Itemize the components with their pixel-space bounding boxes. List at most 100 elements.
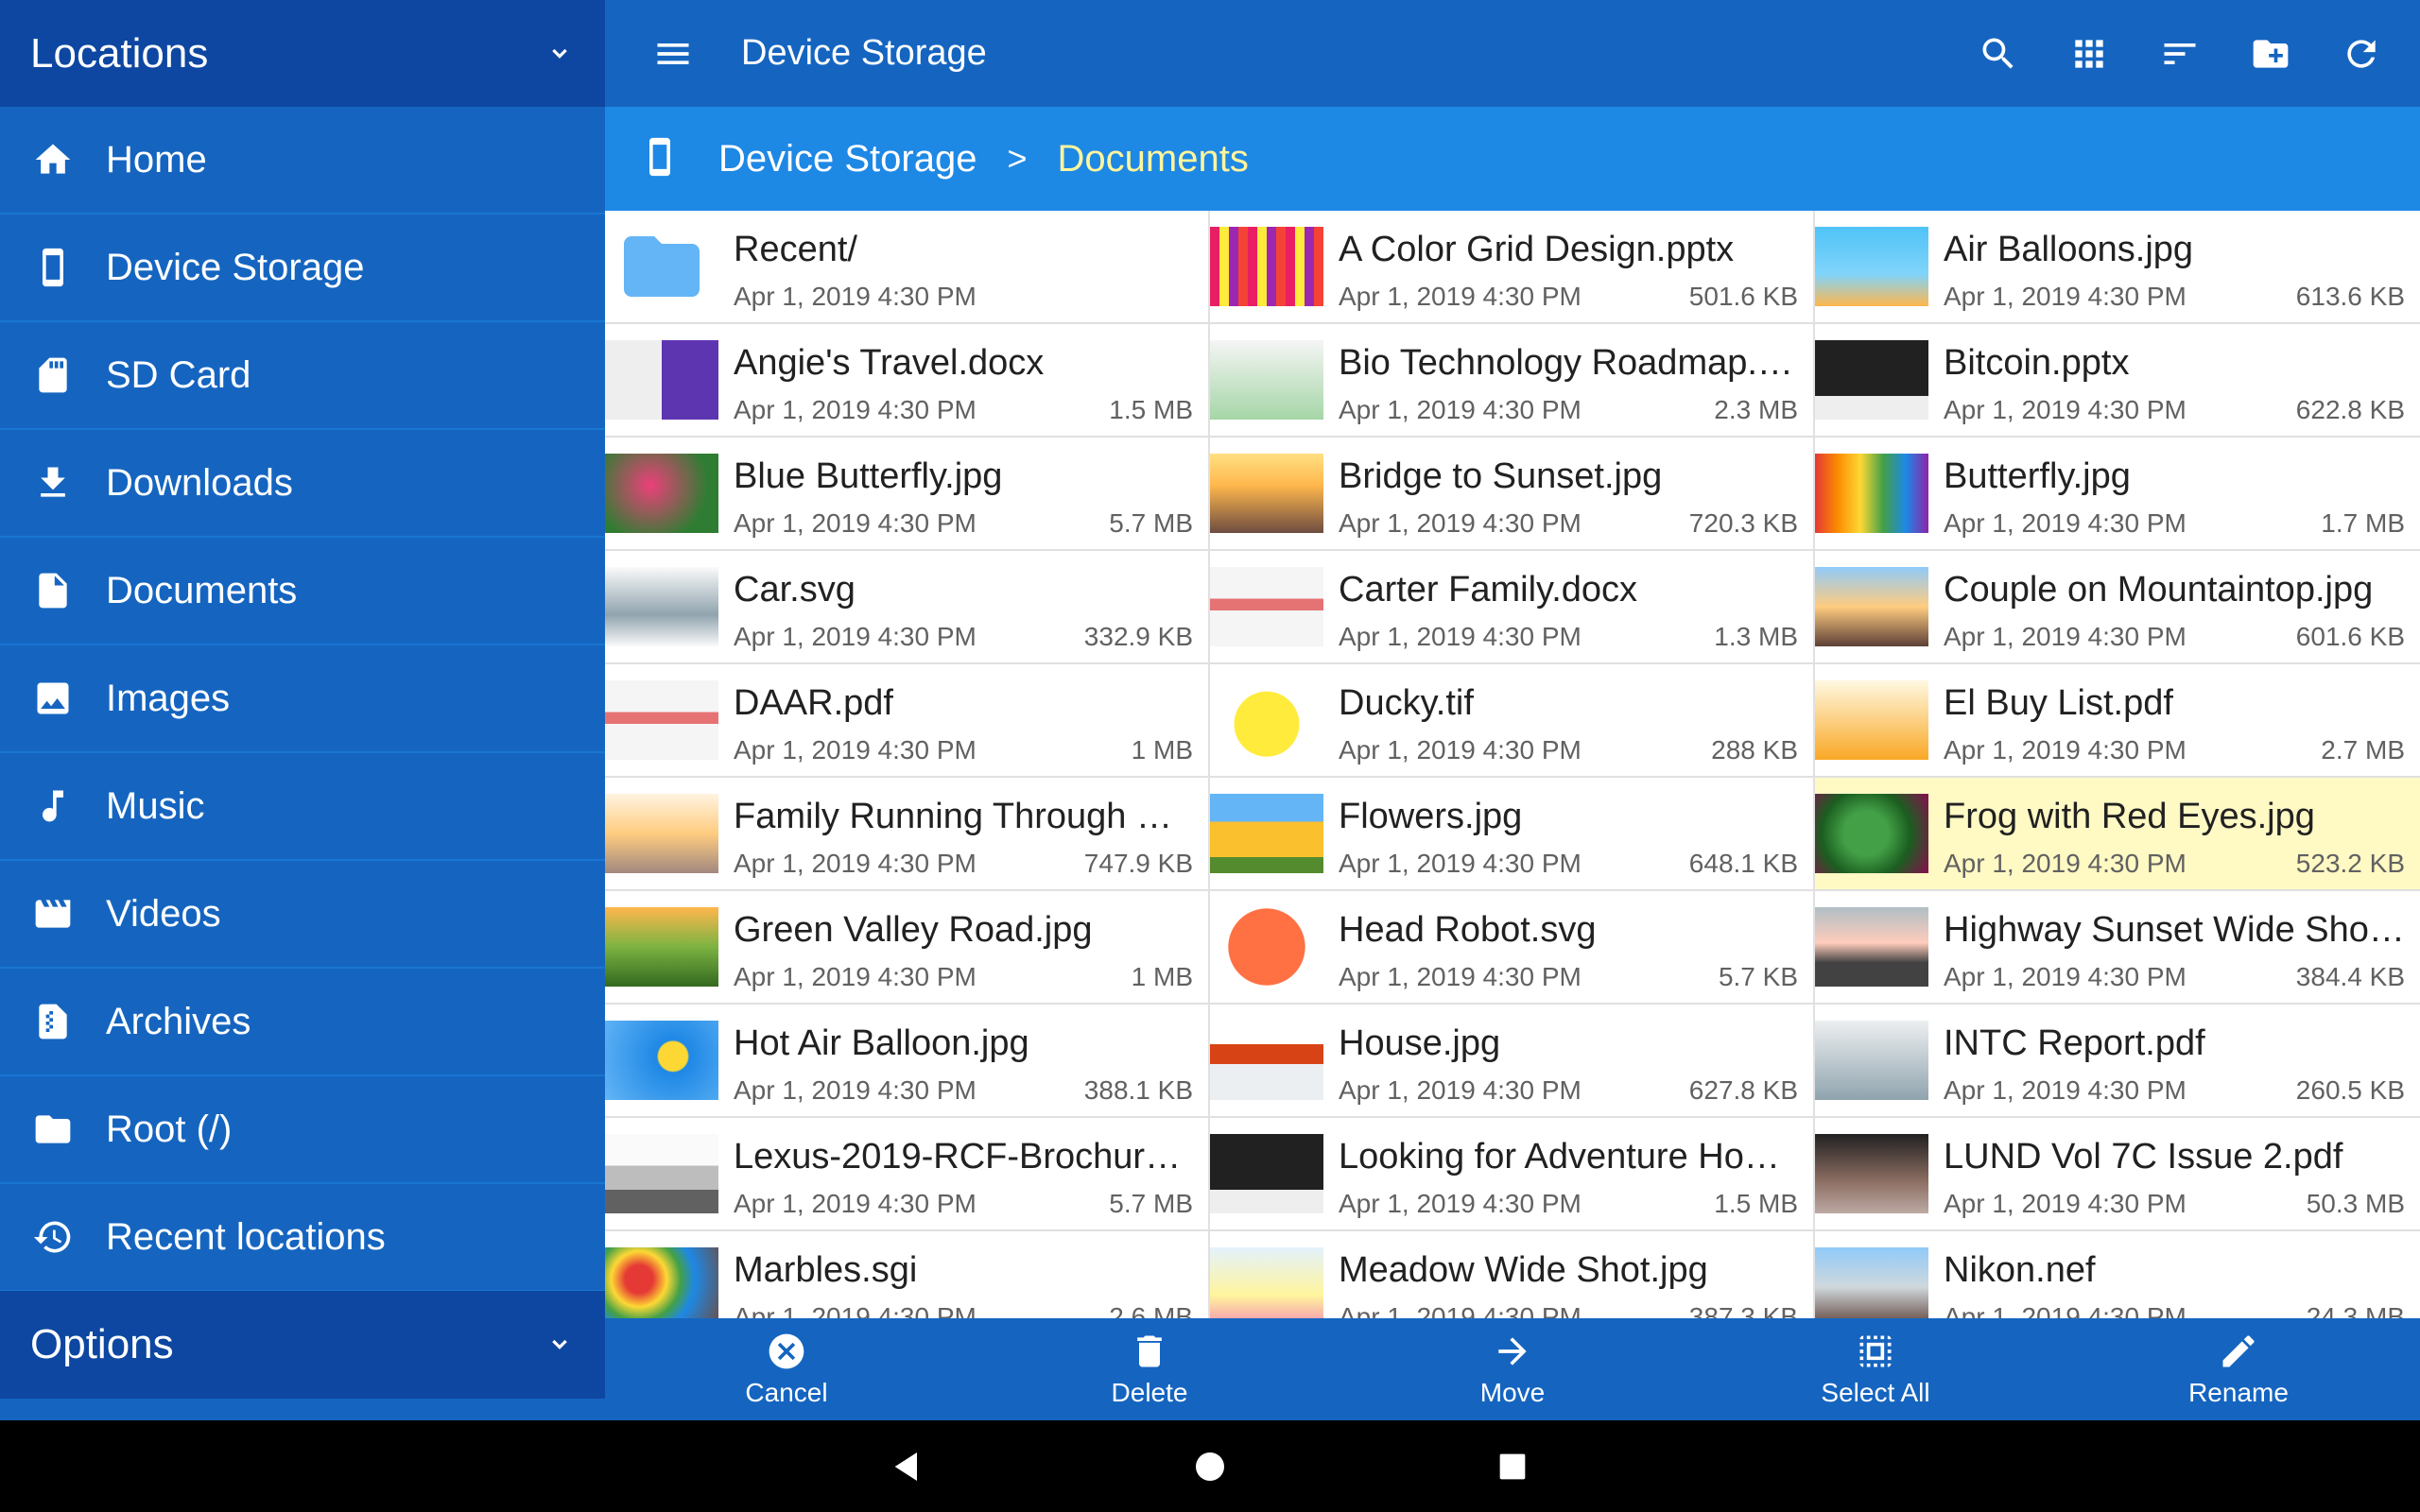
- recents-square-icon: [1494, 1448, 1531, 1486]
- menu-button[interactable]: [620, 0, 726, 107]
- file-item[interactable]: El Buy List.pdfApr 1, 2019 4:30 PM2.7 MB: [1815, 664, 2420, 776]
- options-header[interactable]: Options: [0, 1291, 605, 1399]
- thumbnail-image: [1210, 907, 1323, 987]
- sidebar-item-videos[interactable]: Videos: [0, 861, 605, 969]
- file-item[interactable]: Meadow Wide Shot.jpgApr 1, 2019 4:30 PM3…: [1210, 1231, 1815, 1318]
- locations-header[interactable]: Locations: [0, 0, 605, 107]
- thumbnail-image: [1815, 567, 1928, 646]
- new-folder-button[interactable]: [2225, 0, 2316, 107]
- file-item[interactable]: Recent/Apr 1, 2019 4:30 PM: [605, 211, 1210, 322]
- file-item[interactable]: Blue Butterfly.jpgApr 1, 2019 4:30 PM5.7…: [605, 438, 1210, 549]
- file-item[interactable]: INTC Report.pdfApr 1, 2019 4:30 PM260.5 …: [1815, 1005, 2420, 1116]
- thumbnail-image: [605, 907, 718, 987]
- file-date: Apr 1, 2019 4:30 PM: [1944, 735, 2187, 765]
- thumbnail-image: [1210, 1134, 1323, 1213]
- video-icon: [30, 891, 76, 936]
- home-button[interactable]: [1059, 1420, 1361, 1512]
- file-meta: Apr 1, 2019 4:30 PM1.5 MB: [734, 395, 1193, 425]
- file-item[interactable]: Bitcoin.pptxApr 1, 2019 4:30 PM622.8 KB: [1815, 324, 2420, 436]
- sort-button[interactable]: [2135, 0, 2225, 107]
- file-item[interactable]: LUND Vol 7C Issue 2.pdfApr 1, 2019 4:30 …: [1815, 1118, 2420, 1229]
- sidebar-item-music[interactable]: Music: [0, 753, 605, 861]
- file-date: Apr 1, 2019 4:30 PM: [1944, 622, 2187, 652]
- breadcrumb-item-device-storage[interactable]: Device Storage: [718, 138, 977, 180]
- file-date: Apr 1, 2019 4:30 PM: [1944, 282, 2187, 312]
- search-button[interactable]: [1953, 0, 2044, 107]
- sidebar-item-archives[interactable]: Archives: [0, 969, 605, 1076]
- file-item[interactable]: Nikon.nefApr 1, 2019 4:30 PM24.3 MB: [1815, 1231, 2420, 1318]
- grid-view-button[interactable]: [2044, 0, 2135, 107]
- file-meta: Apr 1, 2019 4:30 PM5.7 MB: [734, 1189, 1193, 1219]
- delete-button[interactable]: Delete: [968, 1318, 1331, 1420]
- file-item[interactable]: Car.svgApr 1, 2019 4:30 PM332.9 KB: [605, 551, 1210, 662]
- move-button[interactable]: Move: [1331, 1318, 1694, 1420]
- file-thumbnail: [1210, 1005, 1323, 1116]
- thumbnail-image: [1210, 567, 1323, 646]
- file-item[interactable]: Bio Technology Roadmap.pdfApr 1, 2019 4:…: [1210, 324, 1815, 436]
- file-grid: Recent/Apr 1, 2019 4:30 PMA Color Grid D…: [605, 211, 2420, 1318]
- sidebar-item-sd-card[interactable]: SD Card: [0, 322, 605, 430]
- breadcrumb-item-documents[interactable]: Documents: [1058, 138, 1249, 180]
- file-name: Angie's Travel.docx: [734, 343, 1193, 384]
- file-name: LUND Vol 7C Issue 2.pdf: [1944, 1137, 2405, 1177]
- file-item[interactable]: Air Balloons.jpgApr 1, 2019 4:30 PM613.6…: [1815, 211, 2420, 322]
- rename-button[interactable]: Rename: [2057, 1318, 2420, 1420]
- file-item[interactable]: Green Valley Road.jpgApr 1, 2019 4:30 PM…: [605, 891, 1210, 1003]
- file-info: Flowers.jpgApr 1, 2019 4:30 PM648.1 KB: [1323, 778, 1813, 889]
- file-item[interactable]: A Color Grid Design.pptxApr 1, 2019 4:30…: [1210, 211, 1815, 322]
- recents-button[interactable]: [1361, 1420, 1664, 1512]
- file-item[interactable]: Family Running Through Fiel…Apr 1, 2019 …: [605, 778, 1210, 889]
- file-item[interactable]: Frog with Red Eyes.jpgApr 1, 2019 4:30 P…: [1815, 778, 2420, 889]
- cancel-button[interactable]: Cancel: [605, 1318, 968, 1420]
- file-item[interactable]: Bridge to Sunset.jpgApr 1, 2019 4:30 PM7…: [1210, 438, 1815, 549]
- file-row: Angie's Travel.docx Apr 1, 2019 4:30 PM1.…: [605, 324, 2420, 438]
- file-info: Blue Butterfly.jpgApr 1, 2019 4:30 PM5.7…: [718, 438, 1208, 549]
- file-thumbnail: [1210, 438, 1323, 549]
- file-item[interactable]: Ducky.tifApr 1, 2019 4:30 PM288 KB: [1210, 664, 1815, 776]
- file-item[interactable]: Flowers.jpgApr 1, 2019 4:30 PM648.1 KB: [1210, 778, 1815, 889]
- file-item[interactable]: Looking for Adventure How T…Apr 1, 2019 …: [1210, 1118, 1815, 1229]
- file-meta: Apr 1, 2019 4:30 PM5.7 KB: [1339, 962, 1798, 992]
- file-item[interactable]: DAAR.pdfApr 1, 2019 4:30 PM1 MB: [605, 664, 1210, 776]
- file-item[interactable]: Butterfly.jpgApr 1, 2019 4:30 PM1.7 MB: [1815, 438, 2420, 549]
- file-item[interactable]: Hot Air Balloon.jpgApr 1, 2019 4:30 PM38…: [605, 1005, 1210, 1116]
- thumbnail-image: [1815, 340, 1928, 420]
- file-name: Car.svg: [734, 570, 1193, 610]
- cancel-label: Cancel: [745, 1378, 827, 1408]
- sidebar-item-images[interactable]: Images: [0, 645, 605, 753]
- file-meta: Apr 1, 2019 4:30 PM384.4 KB: [1944, 962, 2405, 992]
- refresh-button[interactable]: [2316, 0, 2407, 107]
- file-item[interactable]: Highway Sunset Wide Shot.jpgApr 1, 2019 …: [1815, 891, 2420, 1003]
- file-date: Apr 1, 2019 4:30 PM: [1339, 962, 1582, 992]
- file-item[interactable]: Carter Family.docxApr 1, 2019 4:30 PM1.3…: [1210, 551, 1815, 662]
- file-date: Apr 1, 2019 4:30 PM: [734, 962, 977, 992]
- select-all-label: Select All: [1821, 1378, 1929, 1408]
- file-item[interactable]: Couple on Mountaintop.jpgApr 1, 2019 4:3…: [1815, 551, 2420, 662]
- file-name: House.jpg: [1339, 1023, 1798, 1064]
- sidebar-item-device-storage[interactable]: Device Storage: [0, 215, 605, 322]
- file-size: 2.3 MB: [1714, 395, 1798, 425]
- sidebar-item-root[interactable]: Root (/): [0, 1076, 605, 1184]
- file-size: 5.7 MB: [1109, 1189, 1193, 1219]
- file-meta: Apr 1, 2019 4:30 PM747.9 KB: [734, 849, 1193, 879]
- sidebar-item-downloads[interactable]: Downloads: [0, 430, 605, 538]
- file-date: Apr 1, 2019 4:30 PM: [1339, 622, 1582, 652]
- sidebar-item-label: Device Storage: [106, 247, 364, 289]
- file-info: Meadow Wide Shot.jpgApr 1, 2019 4:30 PM3…: [1323, 1231, 1813, 1318]
- file-item[interactable]: Head Robot.svgApr 1, 2019 4:30 PM5.7 KB: [1210, 891, 1815, 1003]
- file-info: Family Running Through Fiel…Apr 1, 2019 …: [718, 778, 1208, 889]
- sidebar-item-home[interactable]: Home: [0, 107, 605, 215]
- sidebar-item-label: Recent locations: [106, 1216, 386, 1259]
- file-item[interactable]: Marbles.sgiApr 1, 2019 4:30 PM2.6 MB: [605, 1231, 1210, 1318]
- sidebar-item-documents[interactable]: Documents: [0, 538, 605, 645]
- file-item[interactable]: House.jpgApr 1, 2019 4:30 PM627.8 KB: [1210, 1005, 1815, 1116]
- file-item[interactable]: Lexus-2019-RCF-Brochure.pdfApr 1, 2019 4…: [605, 1118, 1210, 1229]
- file-thumbnail: [1210, 211, 1323, 322]
- back-button[interactable]: [756, 1420, 1059, 1512]
- select-all-button[interactable]: Select All: [1694, 1318, 2057, 1420]
- file-item[interactable]: Angie's Travel.docx Apr 1, 2019 4:30 PM1.…: [605, 324, 1210, 436]
- file-date: Apr 1, 2019 4:30 PM: [1339, 1075, 1582, 1106]
- sidebar-item-recent-locations[interactable]: Recent locations: [0, 1184, 605, 1292]
- file-thumbnail: [1210, 1231, 1323, 1318]
- file-date: Apr 1, 2019 4:30 PM: [1339, 282, 1582, 312]
